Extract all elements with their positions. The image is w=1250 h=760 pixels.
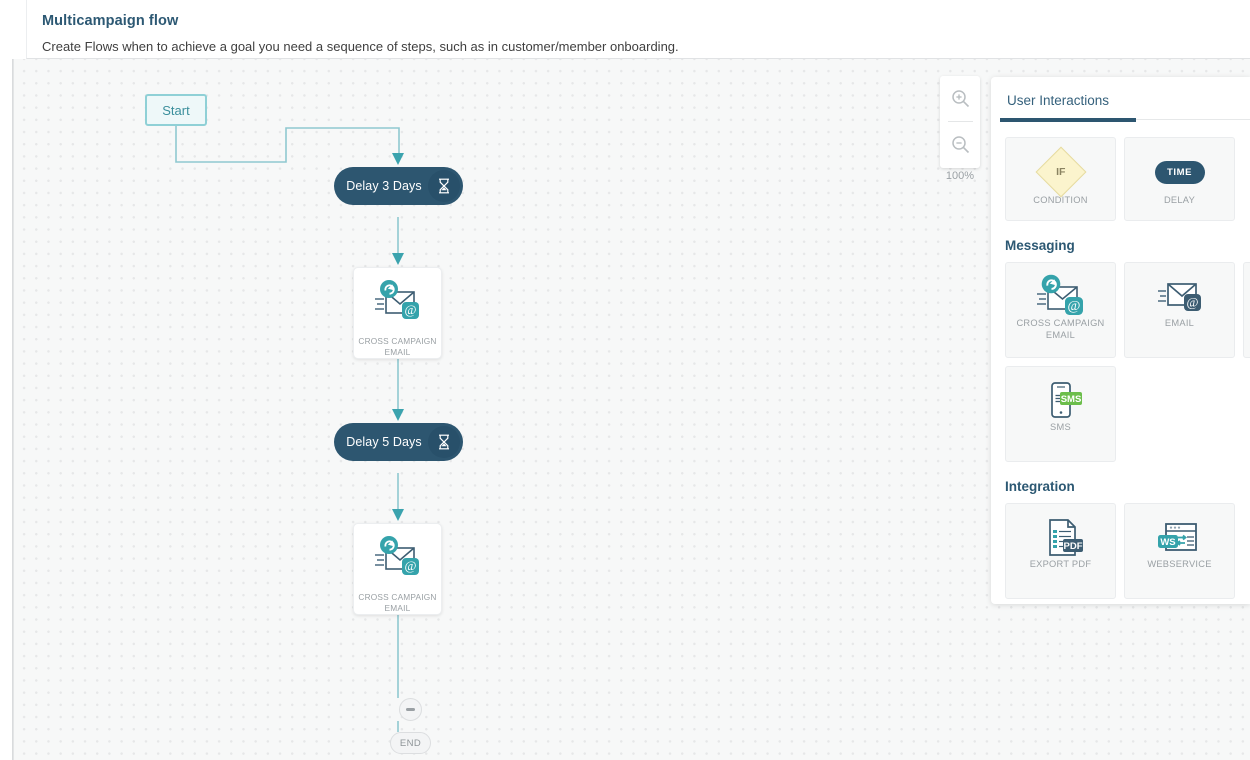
- svg-text:@: @: [404, 558, 416, 573]
- svg-text:@: @: [1067, 299, 1080, 314]
- palette-tile-delay[interactable]: TIME DELAY: [1124, 137, 1235, 221]
- page-title: Multicampaign flow: [42, 13, 179, 29]
- svg-text:SMS: SMS: [1060, 394, 1081, 405]
- left-gutter: [0, 59, 13, 760]
- webservice-icon: WS: [1154, 516, 1206, 560]
- node-delay-5-days[interactable]: Delay 5 Days: [334, 423, 463, 461]
- node-cross-campaign-email-2[interactable]: @ CROSS CAMPAIGN EMAIL: [353, 523, 442, 615]
- section-title-messaging: Messaging: [1005, 238, 1075, 253]
- svg-text:@: @: [1186, 295, 1198, 310]
- email-icon: @: [1155, 275, 1205, 319]
- zoom-controls: [940, 76, 980, 168]
- condition-diamond-icon: IF: [1035, 146, 1086, 198]
- palette-tile-sms-label: SMS: [1050, 422, 1071, 432]
- cross-campaign-email-icon: @: [372, 536, 424, 585]
- node-end-label: END: [399, 737, 422, 749]
- palette-row-basics: IF CONDITION TIME DELAY: [1005, 137, 1250, 221]
- section-title-integration: Integration: [1005, 479, 1075, 494]
- zoom-in-icon[interactable]: [940, 76, 980, 121]
- palette-tile-webservice-label: WEBSERVICE: [1147, 559, 1212, 569]
- node-delay-3-days-label: Delay 3 Days: [346, 179, 422, 193]
- node-delay-5-days-label: Delay 5 Days: [346, 435, 422, 449]
- sms-icon: SMS: [1036, 379, 1086, 423]
- cross-campaign-email-icon: @: [372, 280, 424, 329]
- cross-campaign-email-icon: @: [1033, 274, 1089, 319]
- condition-badge-label: IF: [1055, 166, 1066, 178]
- pdf-icon: PDF: [1036, 516, 1086, 560]
- palette-tile-cross-campaign-email-label: CROSS CAMPAIGN EMAIL: [1016, 318, 1105, 340]
- palette-tile-email[interactable]: @ EMAIL: [1124, 262, 1235, 358]
- node-start[interactable]: Start: [145, 94, 207, 126]
- node-cross-campaign-email-1-label: CROSS CAMPAIGN EMAIL: [358, 336, 437, 357]
- palette-panel: User Interactions IF CONDITION TIME DELA…: [991, 77, 1250, 604]
- flow-builder-app: Multicampaign flow Create Flows when to …: [0, 0, 1250, 760]
- node-delay-3-days[interactable]: Delay 3 Days: [334, 167, 463, 205]
- delay-pill-icon: TIME: [1154, 150, 1205, 194]
- node-cross-campaign-email-1[interactable]: @ CROSS CAMPAIGN EMAIL: [353, 267, 442, 359]
- palette-row-messaging-2: SMS SMS: [1005, 366, 1250, 462]
- zoom-level-label: 100%: [945, 170, 975, 182]
- palette-tabbar: User Interactions: [991, 77, 1250, 122]
- palette-row-messaging: @ CROSS CAMPAIGN EMAIL @ EMAIL: [1005, 262, 1250, 358]
- hourglass-icon: [428, 170, 460, 202]
- page-header: Multicampaign flow Create Flows when to …: [26, 0, 1250, 59]
- svg-text:@: @: [404, 302, 416, 317]
- palette-tile-email-label: EMAIL: [1164, 318, 1195, 328]
- palette-tile-webservice[interactable]: WS WEBSERVICE: [1124, 503, 1235, 599]
- svg-text:PDF: PDF: [1063, 541, 1082, 552]
- palette-body: IF CONDITION TIME DELAY Messaging @ CROS…: [991, 137, 1250, 599]
- palette-tile-partial[interactable]: [1243, 262, 1250, 358]
- hourglass-icon: [428, 426, 460, 458]
- page-subtitle: Create Flows when to achieve a goal you …: [42, 39, 679, 54]
- zoom-out-icon[interactable]: [940, 122, 980, 167]
- palette-tile-delay-label: DELAY: [1163, 195, 1196, 205]
- palette-tile-condition[interactable]: IF CONDITION: [1005, 137, 1116, 221]
- node-end[interactable]: END: [390, 732, 431, 754]
- palette-tile-export-pdf[interactable]: PDF EXPORT PDF: [1005, 503, 1116, 599]
- palette-tile-cross-campaign-email[interactable]: @ CROSS CAMPAIGN EMAIL: [1005, 262, 1116, 358]
- tab-track: [1136, 119, 1250, 120]
- svg-text:WS: WS: [1160, 537, 1175, 548]
- minus-icon[interactable]: [399, 698, 422, 721]
- delay-badge-label: TIME: [1166, 166, 1193, 178]
- palette-tile-export-pdf-label: EXPORT PDF: [1029, 559, 1092, 569]
- tab-user-interactions[interactable]: User Interactions: [1007, 77, 1109, 108]
- node-cross-campaign-email-2-label: CROSS CAMPAIGN EMAIL: [358, 592, 437, 613]
- palette-tile-sms[interactable]: SMS SMS: [1005, 366, 1116, 462]
- palette-row-integration: PDF EXPORT PDF WS WEBSERVICE: [1005, 503, 1250, 599]
- tab-active-underline: [1000, 118, 1136, 122]
- node-start-label: Start: [162, 102, 190, 118]
